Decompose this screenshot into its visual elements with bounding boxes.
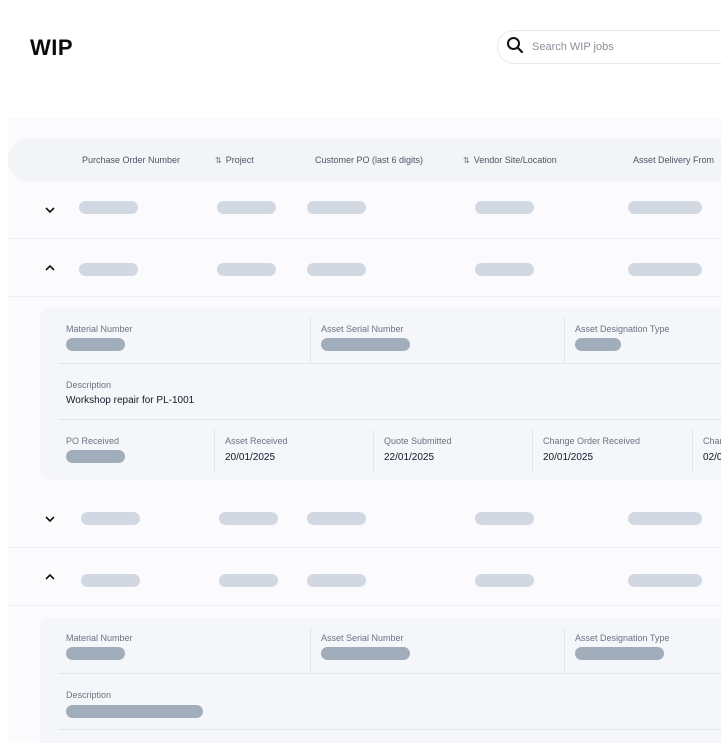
skeleton-value [66,338,125,351]
column-header-purchase-order[interactable]: Purchase Order Number [82,139,180,181]
skeleton-cell [475,512,534,525]
divider [58,363,721,364]
table-header: Purchase Order Number ⇅ Project Customer … [8,139,721,181]
column-header-asset-delivery[interactable]: Asset Delivery From [633,139,714,181]
skeleton-cell [628,201,702,214]
skeleton-cell [81,512,140,525]
chevron-down-icon[interactable] [44,512,56,524]
po-received-field: PO Received [66,436,125,463]
skeleton-value [66,450,125,463]
skeleton-cell [628,574,702,587]
asset-designation-field: Asset Designation Type [575,324,669,351]
chevron-up-icon[interactable] [44,261,56,273]
asset-serial-field: Asset Serial Number [321,633,410,660]
skeleton-value [575,338,621,351]
divider [58,673,721,674]
asset-serial-field: Asset Serial Number [321,324,410,351]
chevron-down-icon[interactable] [44,203,56,215]
divider [532,430,533,472]
material-number-field: Material Number [66,633,133,660]
skeleton-value [575,647,664,660]
wip-page: WIP Purchase Order Number ⇅Project Custo… [0,0,721,743]
change-order-field: Change Order Received 20/01/2025 [543,436,641,463]
skeleton-cell [628,512,702,525]
skeleton-cell [219,512,278,525]
skeleton-cell [475,574,534,587]
skeleton-cell [307,201,366,214]
divider [214,430,215,472]
skeleton-cell [307,512,366,525]
asset-received-field: Asset Received 20/01/2025 [225,436,288,463]
skeleton-cell [628,263,702,276]
skeleton-value [321,647,410,660]
skeleton-value [66,705,203,718]
divider [310,318,311,362]
skeleton-cell [307,263,366,276]
search-input[interactable] [532,41,712,53]
skeleton-cell [217,263,276,276]
divider [373,430,374,472]
page-title: WIP [30,35,74,60]
skeleton-cell [219,574,278,587]
wip-table: Purchase Order Number ⇅ Project Customer … [8,118,721,743]
skeleton-cell [79,263,138,276]
description-field: Description [66,690,203,718]
skeleton-cell [81,574,140,587]
cut-off-field: Char 02/0 [703,436,721,463]
material-number-field: Material Number [66,324,133,351]
skeleton-cell [475,201,534,214]
skeleton-cell [307,574,366,587]
column-header-project[interactable]: ⇅ Project [215,139,254,181]
search-icon [506,36,524,59]
skeleton-cell [79,201,138,214]
quote-submitted-field: Quote Submitted 22/01/2025 [384,436,452,463]
divider [692,430,693,472]
divider [564,318,565,362]
table-row[interactable] [8,548,721,606]
divider [58,419,721,420]
column-header-customer-po[interactable]: Customer PO (last 6 digits) [315,139,423,181]
description-field: Description Workshop repair for PL-1001 [66,380,195,406]
row-detail-panel: Material Number Asset Serial Number Asse… [40,308,721,480]
skeleton-value [66,647,125,660]
sort-icon[interactable]: ⇅ [463,156,470,165]
divider [58,729,721,730]
asset-designation-field: Asset Designation Type [575,633,669,660]
skeleton-value [321,338,410,351]
column-header-vendor-site[interactable]: ⇅ Vendor Site/Location [463,139,557,181]
description-value: Workshop repair for PL-1001 [66,395,195,406]
divider [310,628,311,672]
row-detail-panel: Material Number Asset Serial Number Asse… [40,618,721,743]
skeleton-cell [475,263,534,276]
table-row[interactable] [8,181,721,239]
skeleton-cell [217,201,276,214]
table-row[interactable] [8,490,721,548]
chevron-up-icon[interactable] [44,570,56,582]
sort-icon[interactable]: ⇅ [215,156,222,165]
divider [564,628,565,672]
table-row[interactable] [8,239,721,297]
search-box[interactable] [497,30,721,64]
